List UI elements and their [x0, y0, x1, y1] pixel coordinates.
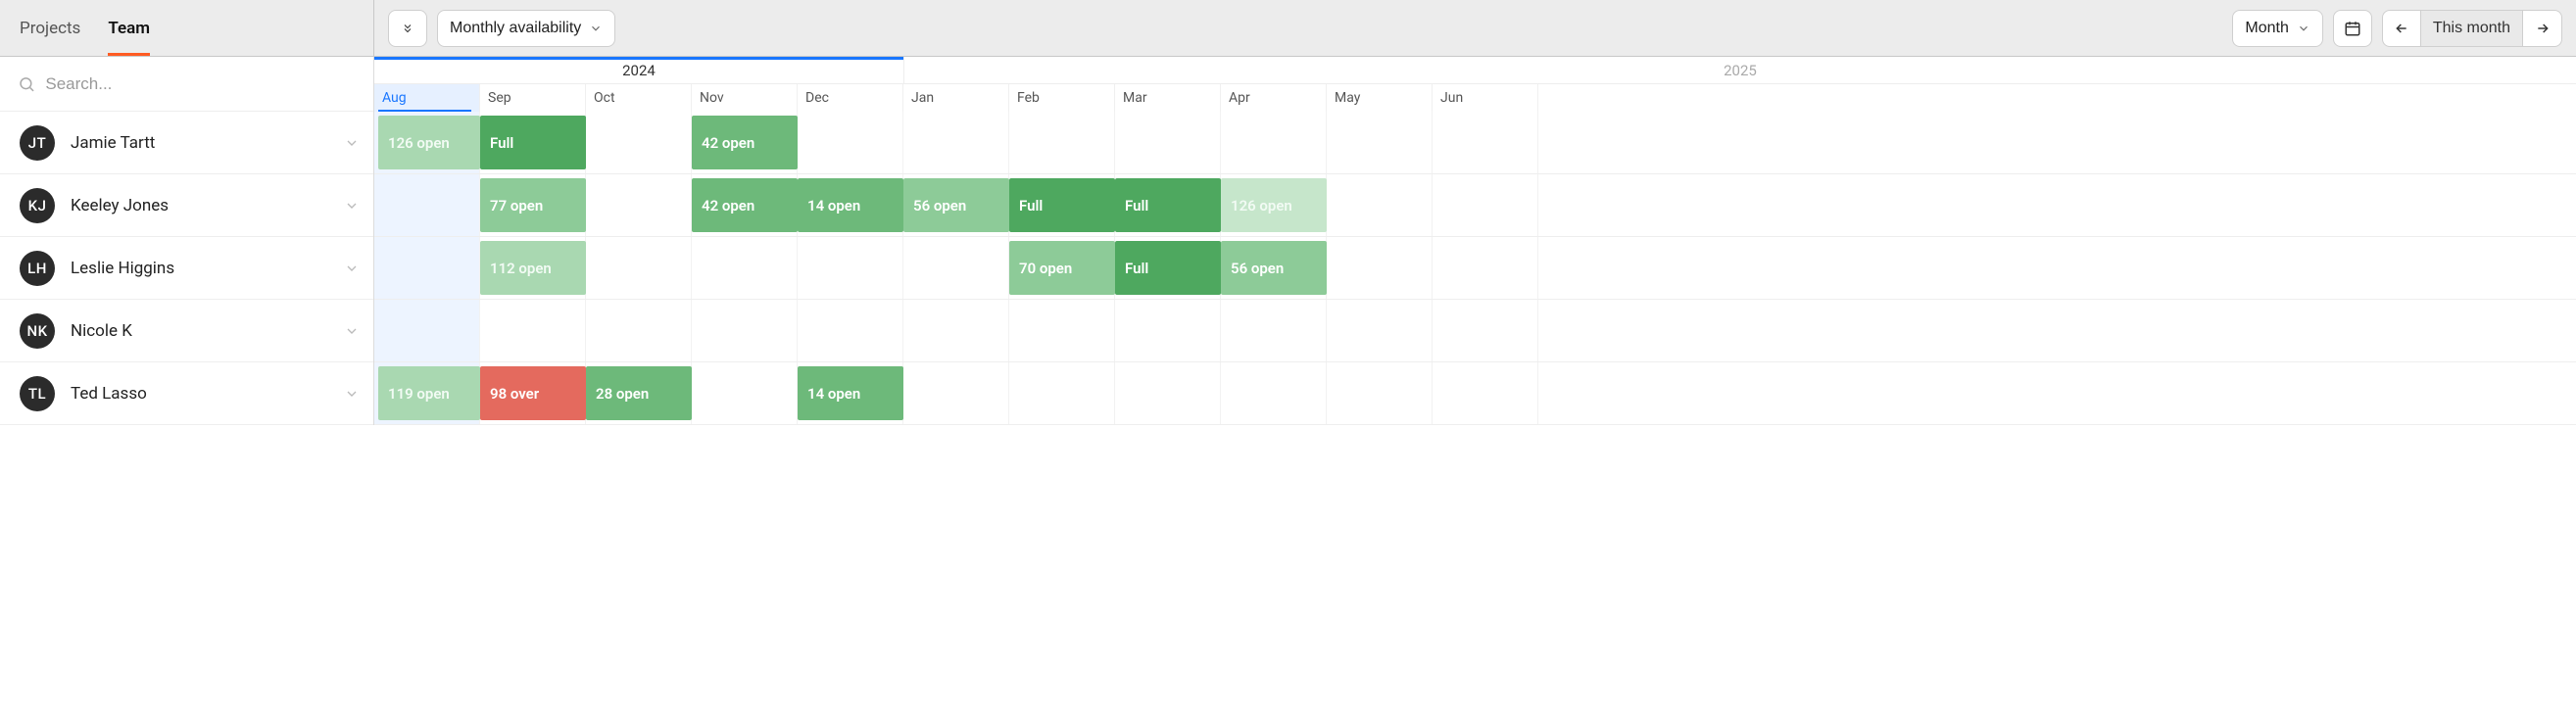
chevron-down-icon — [2297, 22, 2310, 35]
collapse-all-button[interactable] — [388, 10, 427, 47]
person-row[interactable]: JT Jamie Tartt — [0, 112, 373, 174]
availability-block[interactable]: 98 over — [480, 366, 586, 420]
chevron-down-icon[interactable] — [344, 198, 360, 214]
year-label-2025: 2025 — [903, 57, 2576, 83]
availability-block[interactable]: 77 open — [480, 178, 586, 232]
chevron-down-icon[interactable] — [344, 261, 360, 276]
person-name: Ted Lasso — [71, 384, 328, 404]
person-row[interactable]: LH Leslie Higgins — [0, 237, 373, 300]
person-name: Keeley Jones — [71, 196, 328, 215]
date-nav-group: This month — [2382, 10, 2562, 47]
calendar-picker-button[interactable] — [2333, 10, 2372, 47]
availability-block[interactable]: 56 open — [1221, 241, 1327, 295]
timeline-row — [374, 300, 2576, 362]
person-row[interactable]: NK Nicole K — [0, 300, 373, 362]
availability-block[interactable]: 70 open — [1009, 241, 1115, 295]
month-cell-feb[interactable]: Feb — [1009, 84, 1115, 112]
toolbar: Monthly availability Month This month — [374, 10, 2576, 47]
availability-block[interactable]: 112 open — [480, 241, 586, 295]
person-row[interactable]: KJ Keeley Jones — [0, 174, 373, 237]
month-cell-may[interactable]: May — [1327, 84, 1433, 112]
availability-block[interactable]: 56 open — [903, 178, 1009, 232]
availability-dropdown[interactable]: Monthly availability — [437, 10, 615, 47]
people-column: JT Jamie Tartt KJ Keeley Jones LH Leslie… — [0, 57, 374, 425]
this-month-button[interactable]: This month — [2421, 10, 2523, 47]
availability-block[interactable]: Full — [1115, 178, 1221, 232]
timeline-row: 112 open 70 open Full 56 open — [374, 237, 2576, 300]
availability-block[interactable]: 42 open — [692, 178, 798, 232]
prev-period-button[interactable] — [2382, 10, 2421, 47]
chevron-down-icon[interactable] — [344, 386, 360, 402]
arrow-right-icon — [2535, 21, 2551, 36]
month-cell-oct[interactable]: Oct — [586, 84, 692, 112]
availability-dropdown-label: Monthly availability — [450, 20, 581, 37]
tab-team[interactable]: Team — [108, 0, 150, 56]
arrow-left-icon — [2394, 21, 2409, 36]
chevron-down-icon — [589, 22, 603, 35]
month-cell-jun[interactable]: Jun — [1433, 84, 1538, 112]
calendar-icon — [2344, 20, 2361, 37]
timeline-row: 119 open 98 over 28 open 14 open — [374, 362, 2576, 425]
availability-block[interactable]: 42 open — [692, 116, 798, 169]
availability-block[interactable]: Full — [1115, 241, 1221, 295]
availability-block[interactable]: Full — [1009, 178, 1115, 232]
search-icon — [18, 74, 35, 94]
chevron-down-icon[interactable] — [344, 135, 360, 151]
view-dropdown-label: Month — [2245, 20, 2288, 37]
this-month-label: This month — [2433, 20, 2510, 37]
avatar: KJ — [20, 188, 55, 223]
availability-block[interactable]: 126 open — [378, 116, 480, 169]
view-dropdown[interactable]: Month — [2232, 10, 2322, 47]
avatar: JT — [20, 125, 55, 161]
avatar: LH — [20, 251, 55, 286]
search-row — [0, 57, 373, 112]
availability-block[interactable]: Full — [480, 116, 586, 169]
availability-block[interactable]: 28 open — [586, 366, 692, 420]
timeline-grid: 2024 2025 Aug Sep Oct Nov Dec Jan Feb Ma… — [374, 57, 2576, 425]
avatar: TL — [20, 376, 55, 411]
month-cell-mar[interactable]: Mar — [1115, 84, 1221, 112]
availability-block[interactable]: 126 open — [1221, 178, 1327, 232]
year-header: 2024 2025 — [374, 57, 2576, 84]
timeline-row: 77 open 42 open 14 open 56 open Full Ful… — [374, 174, 2576, 237]
chevron-down-icon[interactable] — [344, 323, 360, 339]
person-name: Leslie Higgins — [71, 259, 328, 278]
month-header: Aug Sep Oct Nov Dec Jan Feb Mar Apr May … — [374, 84, 2576, 112]
next-period-button[interactable] — [2523, 10, 2562, 47]
person-name: Nicole K — [71, 321, 328, 341]
year-label-2024: 2024 — [374, 57, 903, 83]
person-name: Jamie Tartt — [71, 133, 328, 153]
month-cell-jan[interactable]: Jan — [903, 84, 1009, 112]
month-cell-nov[interactable]: Nov — [692, 84, 798, 112]
tab-projects[interactable]: Projects — [20, 0, 80, 56]
person-row[interactable]: TL Ted Lasso — [0, 362, 373, 425]
topbar: Projects Team Monthly availability Month — [0, 0, 2576, 57]
month-cell-sep[interactable]: Sep — [480, 84, 586, 112]
month-cell-dec[interactable]: Dec — [798, 84, 903, 112]
current-year-indicator — [374, 57, 903, 60]
timeline-row: 126 open Full 42 open — [374, 112, 2576, 174]
avatar: NK — [20, 313, 55, 349]
month-cell-apr[interactable]: Apr — [1221, 84, 1327, 112]
availability-block[interactable]: 14 open — [798, 178, 903, 232]
availability-block[interactable]: 119 open — [378, 366, 480, 420]
month-cell-aug[interactable]: Aug — [374, 84, 480, 112]
sidebar-tabs: Projects Team — [0, 0, 374, 56]
double-chevron-down-icon — [402, 23, 413, 34]
availability-block[interactable]: 14 open — [798, 366, 903, 420]
search-input[interactable] — [45, 74, 356, 94]
